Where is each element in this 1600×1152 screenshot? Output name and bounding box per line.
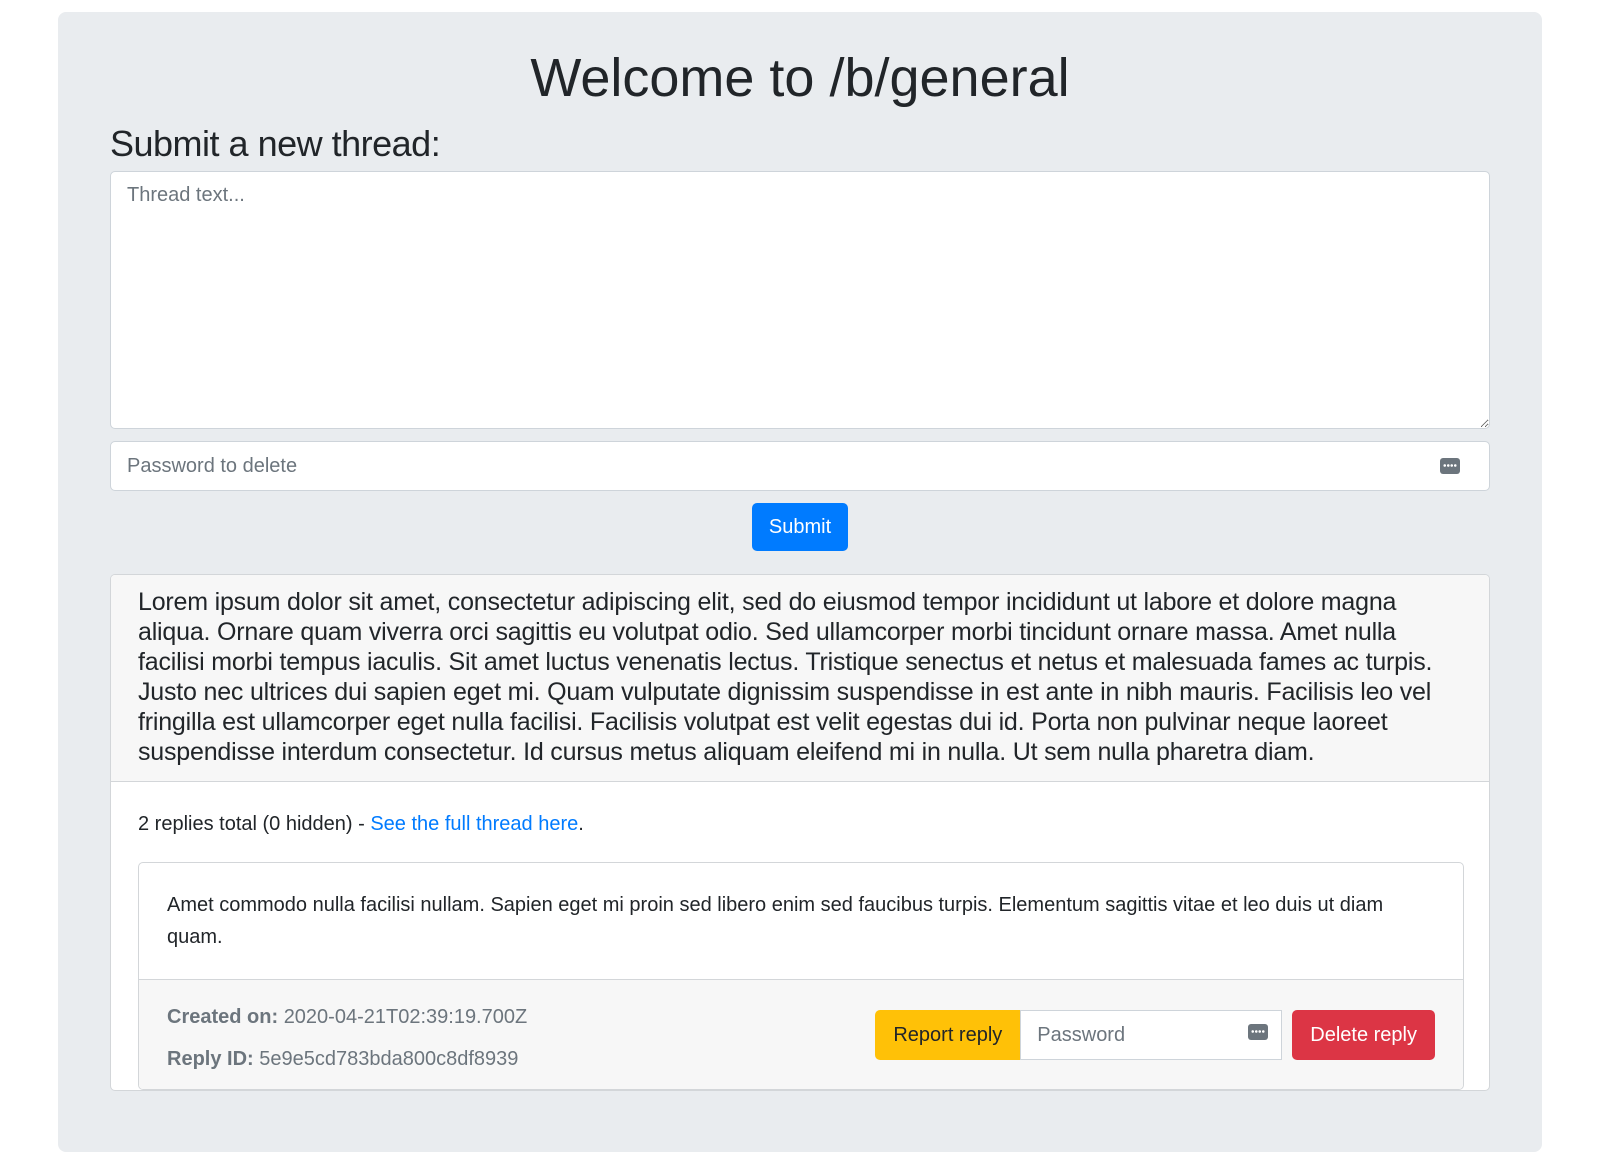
thread-card: Lorem ipsum dolor sit amet, consectetur … <box>110 574 1490 1091</box>
reply-id-label: Reply ID: <box>167 1048 254 1070</box>
new-thread-heading: Submit a new thread: <box>110 123 441 164</box>
reply-id: Reply ID: 5e9e5cd783bda800c8df8939 <box>167 1038 527 1080</box>
reply-meta: Created on: 2020-04-21T02:39:19.700Z Rep… <box>167 996 527 1073</box>
reply-created: Created on: 2020-04-21T02:39:19.700Z <box>167 996 527 1038</box>
delete-reply-button[interactable]: Delete reply <box>1292 1010 1435 1060</box>
reply-password-input[interactable] <box>1020 1010 1283 1060</box>
board-container: Welcome to /b/general Submit a new threa… <box>58 12 1542 1152</box>
password-key-icon[interactable] <box>1248 1024 1269 1040</box>
report-reply-button[interactable]: Report reply <box>875 1010 1021 1060</box>
submit-row: Submit <box>110 491 1490 551</box>
thread-password-input[interactable] <box>110 441 1490 491</box>
password-key-icon[interactable] <box>1440 458 1460 474</box>
reply-actions: Report reply Delete reply <box>875 1010 1435 1060</box>
new-thread-form: Submit a new thread: Submit <box>110 118 1490 551</box>
reply-created-value: 2020-04-21T02:39:19.700Z <box>283 1006 528 1028</box>
reply-text: Amet commodo nulla facilisi nullam. Sapi… <box>167 894 1384 948</box>
reply-card: Amet commodo nulla facilisi nullam. Sapi… <box>138 862 1464 1090</box>
thread-text-input[interactable] <box>110 171 1490 429</box>
submit-thread-button[interactable]: Submit <box>751 503 849 551</box>
page-title: Welcome to /b/general <box>530 48 1070 108</box>
replies-summary-suffix: . <box>578 813 584 835</box>
thread-password-wrapper <box>110 441 1490 491</box>
thread-body: 2 replies total (0 hidden) - See the ful… <box>111 782 1489 1090</box>
full-thread-link[interactable]: See the full thread here <box>370 813 578 835</box>
replies-summary: 2 replies total (0 hidden) - See the ful… <box>138 810 1462 838</box>
replies-count-text: 2 replies total (0 hidden) - <box>138 813 371 835</box>
reply-footer: Created on: 2020-04-21T02:39:19.700Z Rep… <box>139 979 1463 1089</box>
thread-text: Lorem ipsum dolor sit amet, consectetur … <box>111 575 1489 782</box>
reply-password-wrapper <box>1020 1010 1283 1060</box>
reply-created-label: Created on: <box>167 1006 279 1028</box>
reply-id-value: 5e9e5cd783bda800c8df8939 <box>259 1048 519 1070</box>
